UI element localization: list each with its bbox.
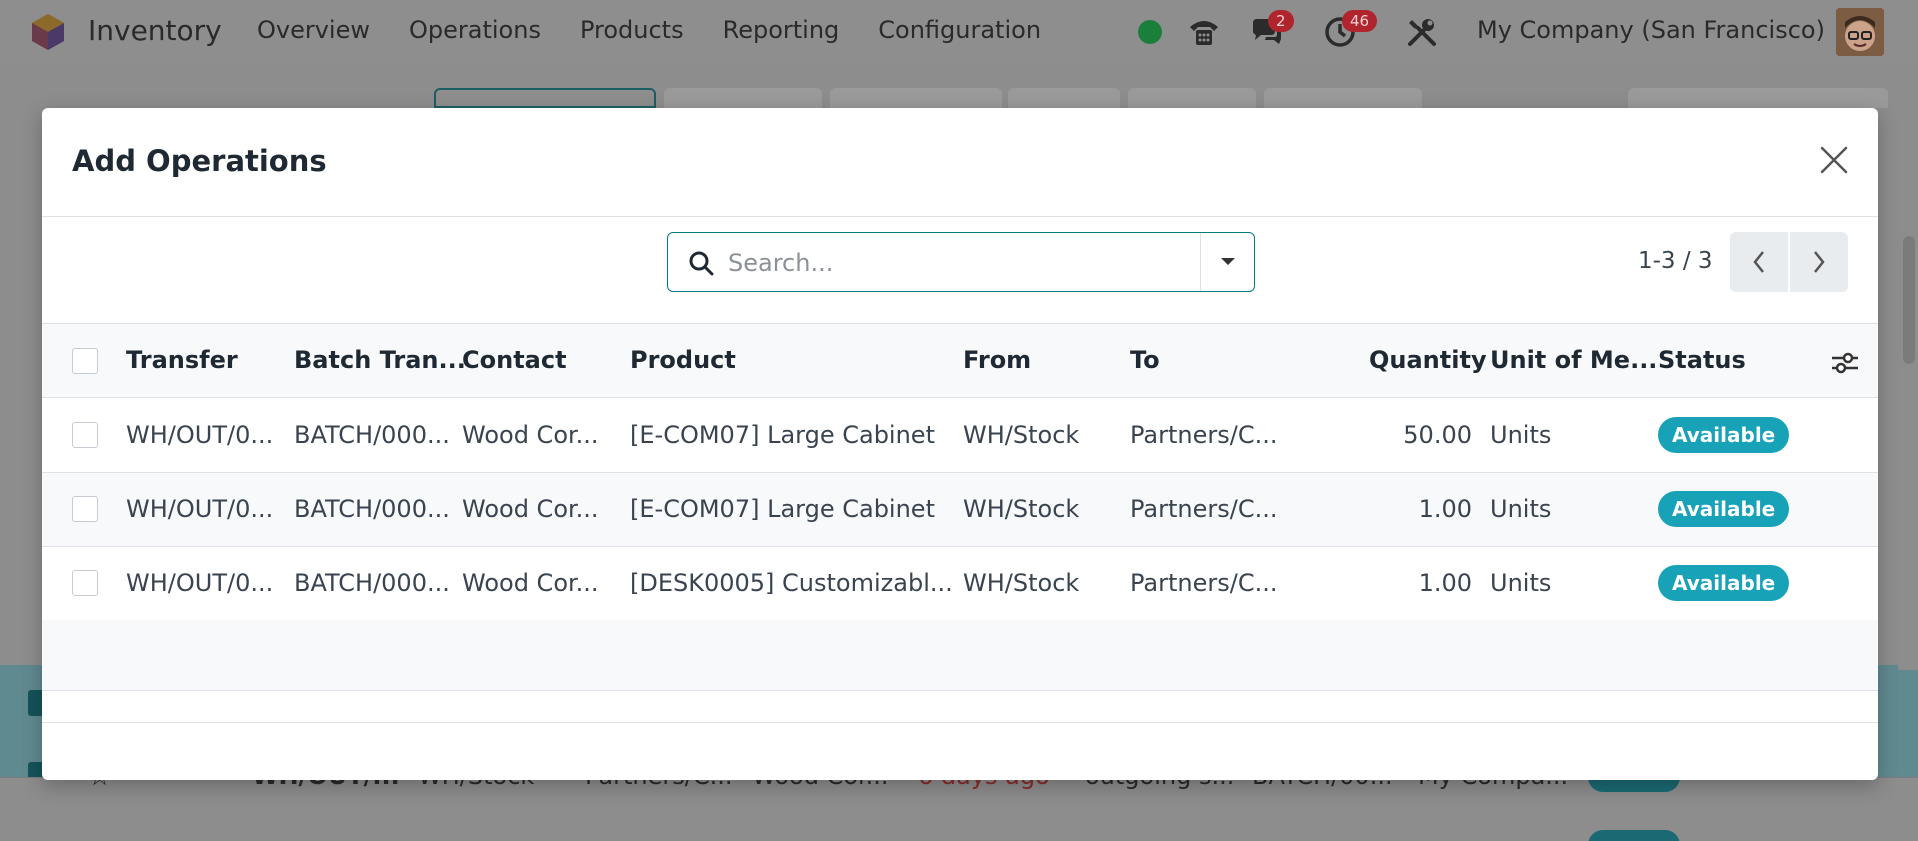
column-product[interactable]: Product xyxy=(630,346,736,374)
page-scrollbar-thumb[interactable] xyxy=(1903,236,1915,364)
cell-product: [E-COM07] Large Cabinet xyxy=(630,495,935,523)
bg-tab xyxy=(1628,88,1888,108)
app-name[interactable]: Inventory xyxy=(88,14,222,47)
status-badge: Available xyxy=(1658,565,1790,601)
table-row[interactable]: WH/OUT/0... BATCH/000... Wood Cor... [DE… xyxy=(42,547,1878,621)
cell-product: [E-COM07] Large Cabinet xyxy=(630,421,935,449)
bg-tab xyxy=(1008,88,1120,108)
activities-clock-icon[interactable]: 46 xyxy=(1320,10,1378,52)
select-all-checkbox[interactable] xyxy=(72,348,98,374)
cell-quantity: 50.00 xyxy=(1403,421,1472,449)
column-status[interactable]: Status xyxy=(1658,346,1746,374)
column-from[interactable]: From xyxy=(963,346,1031,374)
table-row[interactable]: WH/OUT/0... BATCH/000... Wood Cor... [E-… xyxy=(42,473,1878,547)
column-batch-transfer[interactable]: Batch Tran... xyxy=(294,346,466,374)
column-unit-of-measure[interactable]: Unit of Me... xyxy=(1490,346,1657,374)
cell-batch: BATCH/000... xyxy=(294,569,450,597)
bg-status-pill xyxy=(1588,830,1680,841)
close-icon[interactable] xyxy=(1818,144,1850,176)
top-navbar: Inventory Overview Operations Products R… xyxy=(0,0,1918,64)
bg-tab xyxy=(664,88,822,108)
menu-configuration[interactable]: Configuration xyxy=(878,16,1041,44)
column-transfer[interactable]: Transfer xyxy=(126,346,238,374)
cell-to: Partners/C... xyxy=(1130,495,1278,523)
user-avatar[interactable] xyxy=(1836,8,1884,56)
cell-batch: BATCH/000... xyxy=(294,421,450,449)
company-switcher[interactable]: My Company (San Francisco) xyxy=(1477,16,1825,44)
cell-contact: Wood Cor... xyxy=(462,421,599,449)
search-bar xyxy=(667,232,1255,292)
column-to[interactable]: To xyxy=(1130,346,1160,374)
dialog-header: Add Operations xyxy=(42,108,1878,217)
messages-badge: 2 xyxy=(1268,10,1294,32)
cell-transfer: WH/OUT/0... xyxy=(126,495,274,523)
systray: 2 46 xyxy=(1138,8,1442,56)
cell-to: Partners/C... xyxy=(1130,569,1278,597)
cell-uom: Units xyxy=(1490,495,1552,523)
cell-to: Partners/C... xyxy=(1130,421,1278,449)
presence-status-icon[interactable] xyxy=(1138,20,1162,44)
menu-overview[interactable]: Overview xyxy=(257,16,370,44)
row-checkbox[interactable] xyxy=(72,570,98,596)
bg-tab xyxy=(434,88,656,108)
cell-from: WH/Stock xyxy=(963,569,1080,597)
table-empty-row xyxy=(42,692,1878,723)
search-icon xyxy=(688,250,714,276)
pager-next-button[interactable] xyxy=(1790,232,1848,292)
pager-previous-button[interactable] xyxy=(1730,232,1788,292)
search-input[interactable] xyxy=(728,243,1188,283)
caret-down-icon xyxy=(1220,258,1235,265)
cell-from: WH/Stock xyxy=(963,495,1080,523)
tools-icon[interactable] xyxy=(1402,12,1442,52)
optional-columns-icon[interactable] xyxy=(1830,348,1860,378)
search-options-toggle[interactable] xyxy=(1200,233,1254,291)
cell-transfer: WH/OUT/0... xyxy=(126,421,274,449)
status-badge: Available xyxy=(1658,491,1790,527)
cell-uom: Units xyxy=(1490,569,1552,597)
menu-reporting[interactable]: Reporting xyxy=(723,16,840,44)
phone-icon[interactable] xyxy=(1184,12,1224,52)
status-badge: Available xyxy=(1658,417,1790,453)
menu-operations[interactable]: Operations xyxy=(409,16,541,44)
cell-transfer: WH/OUT/0... xyxy=(126,569,274,597)
table-empty-row xyxy=(42,620,1878,691)
cell-product: [DESK0005] Customizabl... xyxy=(630,569,953,597)
row-checkbox[interactable] xyxy=(72,496,98,522)
cell-quantity: 1.00 xyxy=(1418,495,1472,523)
dialog-title: Add Operations xyxy=(72,144,327,178)
cell-from: WH/Stock xyxy=(963,421,1080,449)
chevron-right-icon xyxy=(1814,251,1825,273)
cell-quantity: 1.00 xyxy=(1418,569,1472,597)
activities-badge: 46 xyxy=(1342,10,1378,32)
menu-products[interactable]: Products xyxy=(580,16,684,44)
chevron-left-icon xyxy=(1753,251,1764,273)
cell-contact: Wood Cor... xyxy=(462,495,599,523)
main-menu: Overview Operations Products Reporting C… xyxy=(257,16,1041,44)
table-header: Transfer Batch Tran... Contact Product F… xyxy=(42,323,1878,398)
table-row[interactable]: WH/OUT/0... BATCH/000... Wood Cor... [E-… xyxy=(42,399,1878,473)
cell-batch: BATCH/000... xyxy=(294,495,450,523)
inventory-app-logo[interactable] xyxy=(28,12,68,52)
bg-tab xyxy=(830,88,1002,108)
cell-contact: Wood Cor... xyxy=(462,569,599,597)
row-checkbox[interactable] xyxy=(72,422,98,448)
column-quantity[interactable]: Quantity xyxy=(1369,346,1487,374)
add-operations-dialog: Add Operations 1-3 / 3 xyxy=(42,108,1878,780)
pager-value[interactable]: 1-3 / 3 xyxy=(1638,248,1713,274)
messages-icon[interactable]: 2 xyxy=(1246,10,1294,52)
bg-tab xyxy=(1264,88,1422,108)
bg-tab xyxy=(1128,88,1256,108)
column-contact[interactable]: Contact xyxy=(462,346,567,374)
cell-uom: Units xyxy=(1490,421,1552,449)
